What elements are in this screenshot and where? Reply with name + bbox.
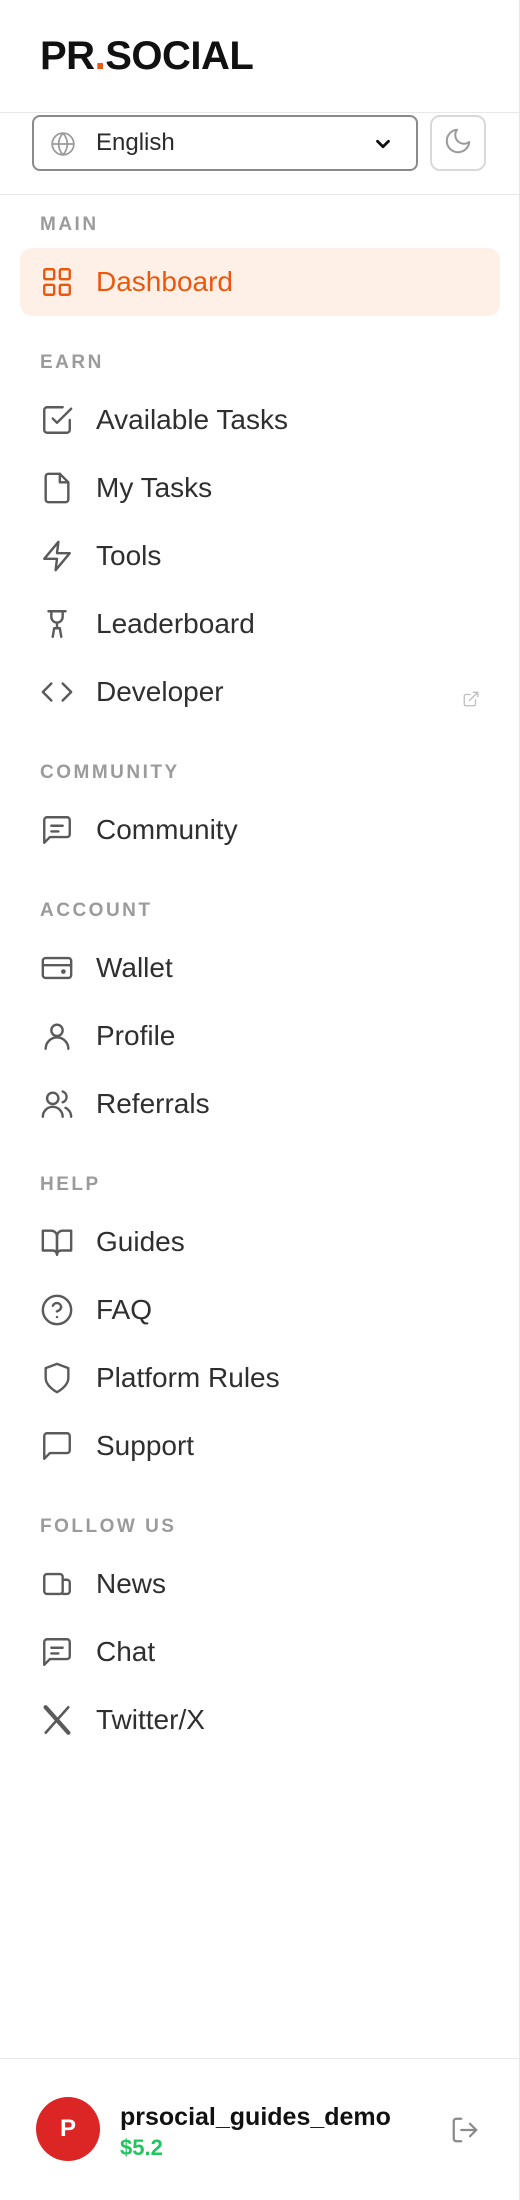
section-label-help: HELP: [40, 1174, 101, 1195]
external-link-icon: [462, 683, 480, 715]
sidebar-item-label: Community: [96, 814, 238, 845]
sidebar-item-label: Referrals: [96, 1088, 210, 1119]
username: prsocial_guides_demo: [120, 2103, 391, 2131]
shield-icon: [40, 1361, 74, 1395]
section-label-main: MAIN: [40, 214, 99, 235]
section-label-account: ACCOUNT: [40, 900, 153, 921]
sidebar-item-label: Developer: [96, 676, 224, 707]
theme-toggle-button[interactable]: [430, 115, 486, 171]
section-label-follow-us: FOLLOW US: [40, 1516, 177, 1537]
language-select[interactable]: English: [32, 115, 418, 171]
sidebar-item-label: Platform Rules: [96, 1362, 280, 1393]
language-row: English: [0, 113, 519, 195]
sidebar-item-tools[interactable]: Tools: [20, 522, 500, 590]
sidebar-item-label: FAQ: [96, 1294, 153, 1325]
sidebar-item-label: Twitter/X: [96, 1704, 205, 1735]
message-icon: [40, 813, 74, 847]
sidebar-item-label: Dashboard: [96, 266, 233, 297]
book-icon: [40, 1225, 74, 1259]
brand-logo[interactable]: PR.SOCIAL: [40, 34, 254, 79]
sidebar-item-label: Support: [96, 1430, 195, 1461]
sidebar-item-faq[interactable]: FAQ: [20, 1276, 500, 1344]
sidebar-item-news[interactable]: News: [20, 1550, 500, 1618]
avatar[interactable]: P: [36, 2097, 100, 2161]
wallet-icon: [40, 951, 74, 985]
sidebar: PR.SOCIAL English MAIN Dashboard EARN Avail…: [0, 0, 520, 2200]
language-value: English: [96, 129, 175, 156]
dashboard-icon: [40, 265, 74, 299]
sidebar-item-my-tasks[interactable]: My Tasks: [20, 454, 500, 522]
checkbox-icon: [40, 403, 74, 437]
sidebar-item-community[interactable]: Community: [20, 796, 500, 864]
sidebar-item-label: Tools: [96, 540, 162, 571]
sidebar-item-label: News: [96, 1568, 167, 1599]
logout-button[interactable]: [450, 2115, 480, 2150]
sidebar-item-label: Leaderboard: [96, 608, 255, 639]
user-icon: [40, 1019, 74, 1053]
sidebar-item-label: Available Tasks: [96, 404, 288, 435]
sidebar-item-chat[interactable]: Chat: [20, 1618, 500, 1686]
trophy-icon: [40, 607, 74, 641]
message-icon: [40, 1635, 74, 1669]
balance: $5.2: [120, 2135, 163, 2160]
news-icon: [40, 1567, 74, 1601]
sidebar-item-leaderboard[interactable]: Leaderboard: [20, 590, 500, 658]
sidebar-item-label: Chat: [96, 1636, 156, 1667]
sidebar-item-label: Guides: [96, 1226, 185, 1257]
sidebar-item-label: My Tasks: [96, 472, 213, 503]
sidebar-item-dashboard[interactable]: Dashboard: [20, 248, 500, 316]
user-footer: P prsocial_guides_demo $5.2: [0, 2058, 520, 2200]
sidebar-item-twitter-x[interactable]: Twitter/X: [20, 1686, 500, 1754]
chevron-down-icon: [372, 133, 394, 162]
sidebar-item-available-tasks[interactable]: Available Tasks: [20, 386, 500, 454]
sidebar-item-developer[interactable]: Developer: [20, 658, 500, 726]
sidebar-item-guides[interactable]: Guides: [20, 1208, 500, 1276]
logo-bar: PR.SOCIAL: [0, 0, 519, 113]
users-icon: [40, 1087, 74, 1121]
sidebar-item-label: Profile: [96, 1020, 176, 1051]
sidebar-item-referrals[interactable]: Referrals: [20, 1070, 500, 1138]
lightning-icon: [40, 539, 74, 573]
x-logo-icon: [40, 1703, 74, 1737]
sidebar-item-wallet[interactable]: Wallet: [20, 934, 500, 1002]
sidebar-item-profile[interactable]: Profile: [20, 1002, 500, 1070]
section-label-community: COMMUNITY: [40, 762, 180, 783]
sidebar-item-support[interactable]: Support: [20, 1412, 500, 1480]
sidebar-nav: MAIN Dashboard EARN Available Tasks My Tasks…: [0, 196, 520, 1754]
moon-icon: [443, 126, 473, 161]
chat-bubble-icon: [40, 1429, 74, 1463]
sidebar-item-platform-rules[interactable]: Platform Rules: [20, 1344, 500, 1412]
file-icon: [40, 471, 74, 505]
globe-icon: [50, 131, 76, 164]
code-icon: [40, 675, 74, 709]
section-label-earn: EARN: [40, 352, 104, 373]
help-circle-icon: [40, 1293, 74, 1327]
sidebar-item-label: Wallet: [96, 952, 173, 983]
logout-icon: [450, 2117, 480, 2149]
